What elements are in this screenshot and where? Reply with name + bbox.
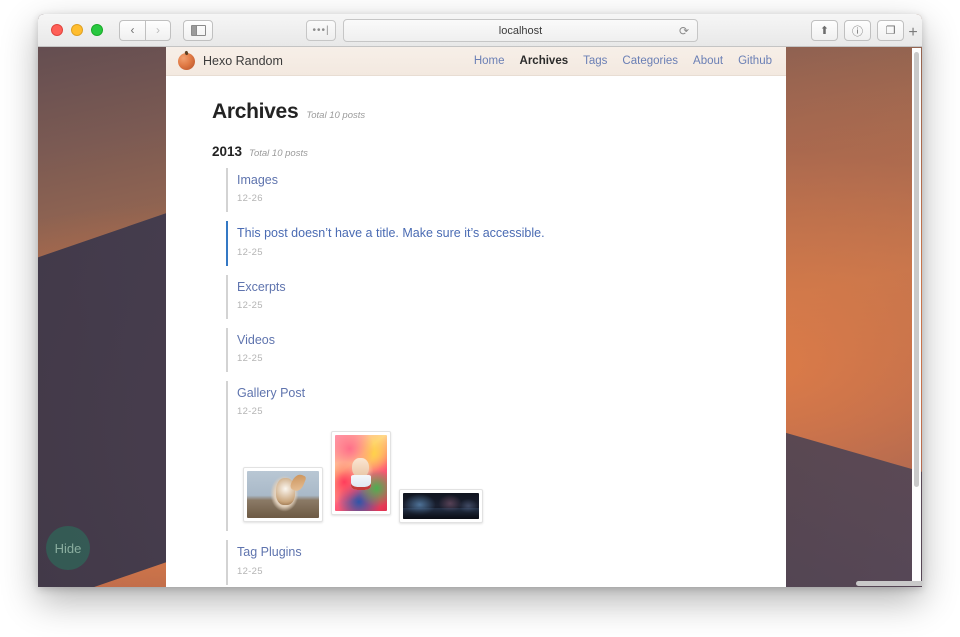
list-item[interactable]: Videos 12-25 xyxy=(226,327,786,372)
webpage-viewport: Hexo Random Home Archives Tags Categorie… xyxy=(166,47,786,587)
maximize-window-button[interactable] xyxy=(91,24,103,36)
post-title-link[interactable]: Gallery Post xyxy=(237,385,786,401)
post-date: 12-25 xyxy=(237,299,263,311)
tabs-icon[interactable]: ❐ xyxy=(877,20,904,41)
address-bar[interactable]: localhost ⟳ xyxy=(343,19,698,42)
avatar xyxy=(178,52,195,70)
horizontal-scrollbar-thumb[interactable] xyxy=(856,581,922,586)
new-tab-button[interactable]: + xyxy=(904,22,922,44)
list-item[interactable]: Tag Plugins 12-25 xyxy=(226,540,786,585)
nav-item-categories[interactable]: Categories xyxy=(622,55,678,67)
site-header: Hexo Random Home Archives Tags Categorie… xyxy=(166,47,786,76)
hide-button[interactable]: Hide xyxy=(46,526,90,570)
post-title-link[interactable]: Videos xyxy=(237,332,786,348)
horizontal-scrollbar[interactable] xyxy=(166,580,922,587)
post-date: 12-25 xyxy=(237,353,263,364)
archives-total-label: Total 10 posts xyxy=(306,110,366,121)
cat-photo-image xyxy=(247,471,319,519)
site-brand-link[interactable]: Hexo Random xyxy=(178,52,283,70)
browser-toolbar-right: ⬆ ⓘ ❐ xyxy=(811,20,904,41)
post-title-link[interactable]: Excerpts xyxy=(237,279,786,295)
page-title-text: Archives xyxy=(212,100,299,123)
cat-photo-thumbnail[interactable] xyxy=(243,467,323,523)
year-total-label: Total 10 posts xyxy=(249,148,308,159)
post-list: Images 12-26 This post doesn’t have a ti… xyxy=(212,168,786,587)
info-icon[interactable]: ⓘ xyxy=(844,20,871,41)
post-title-link[interactable]: This post doesn’t have a title. Make sur… xyxy=(237,225,786,241)
night-city-photo-image xyxy=(403,493,479,520)
night-city-photo-thumbnail[interactable] xyxy=(399,489,483,524)
list-item[interactable]: Excerpts 12-25 xyxy=(226,274,786,319)
nav-item-archives[interactable]: Archives xyxy=(520,55,569,67)
vertical-scrollbar[interactable] xyxy=(912,48,921,586)
forward-button[interactable]: › xyxy=(145,19,171,41)
search-input[interactable]: •••| xyxy=(306,20,336,41)
post-title-link[interactable]: Images xyxy=(237,172,786,188)
window-traffic-lights xyxy=(51,24,103,36)
post-date: 12-25 xyxy=(237,565,263,577)
reload-icon[interactable]: ⟳ xyxy=(679,24,689,38)
sidebar-icon xyxy=(190,24,206,36)
list-item[interactable]: This post doesn’t have a title. Make sur… xyxy=(226,221,786,266)
nav-item-about[interactable]: About xyxy=(693,55,723,67)
address-bar-value: localhost xyxy=(498,24,543,37)
minimize-window-button[interactable] xyxy=(71,24,83,36)
list-item[interactable]: Images 12-26 xyxy=(226,168,786,213)
nav-item-home[interactable]: Home xyxy=(474,55,505,67)
close-window-button[interactable] xyxy=(51,24,63,36)
anime-figure-photo-thumbnail[interactable] xyxy=(331,431,391,516)
site-brand-name: Hexo Random xyxy=(203,54,283,68)
page-title: Archives Total 10 posts xyxy=(212,100,786,124)
post-date: 12-25 xyxy=(237,246,263,258)
post-title-link[interactable]: Tag Plugins xyxy=(237,544,786,560)
vertical-scrollbar-thumb[interactable] xyxy=(914,52,919,487)
post-gallery xyxy=(237,431,786,524)
back-button[interactable]: ‹ xyxy=(119,19,145,41)
year-heading: 2013 Total 10 posts xyxy=(212,144,786,159)
browser-titlebar: ‹ › •••| localhost ⟳ ⬆ ⓘ ❐ + xyxy=(38,14,922,47)
navigation-buttons: ‹ › xyxy=(119,19,171,41)
site-navigation: Home Archives Tags Categories About Gith… xyxy=(474,55,772,67)
post-date: 12-26 xyxy=(237,193,263,205)
archives-content: Archives Total 10 posts 2013 Total 10 po… xyxy=(166,76,786,587)
nav-item-github[interactable]: Github xyxy=(738,55,772,67)
post-date: 12-25 xyxy=(237,406,263,418)
nav-item-tags[interactable]: Tags xyxy=(583,55,607,67)
anime-figure-photo-image xyxy=(335,435,387,512)
year-label: 2013 xyxy=(212,144,243,159)
list-item[interactable]: Gallery Post 12-25 xyxy=(226,381,786,532)
share-icon[interactable]: ⬆ xyxy=(811,20,838,41)
sidebar-toggle-button[interactable] xyxy=(183,19,213,41)
